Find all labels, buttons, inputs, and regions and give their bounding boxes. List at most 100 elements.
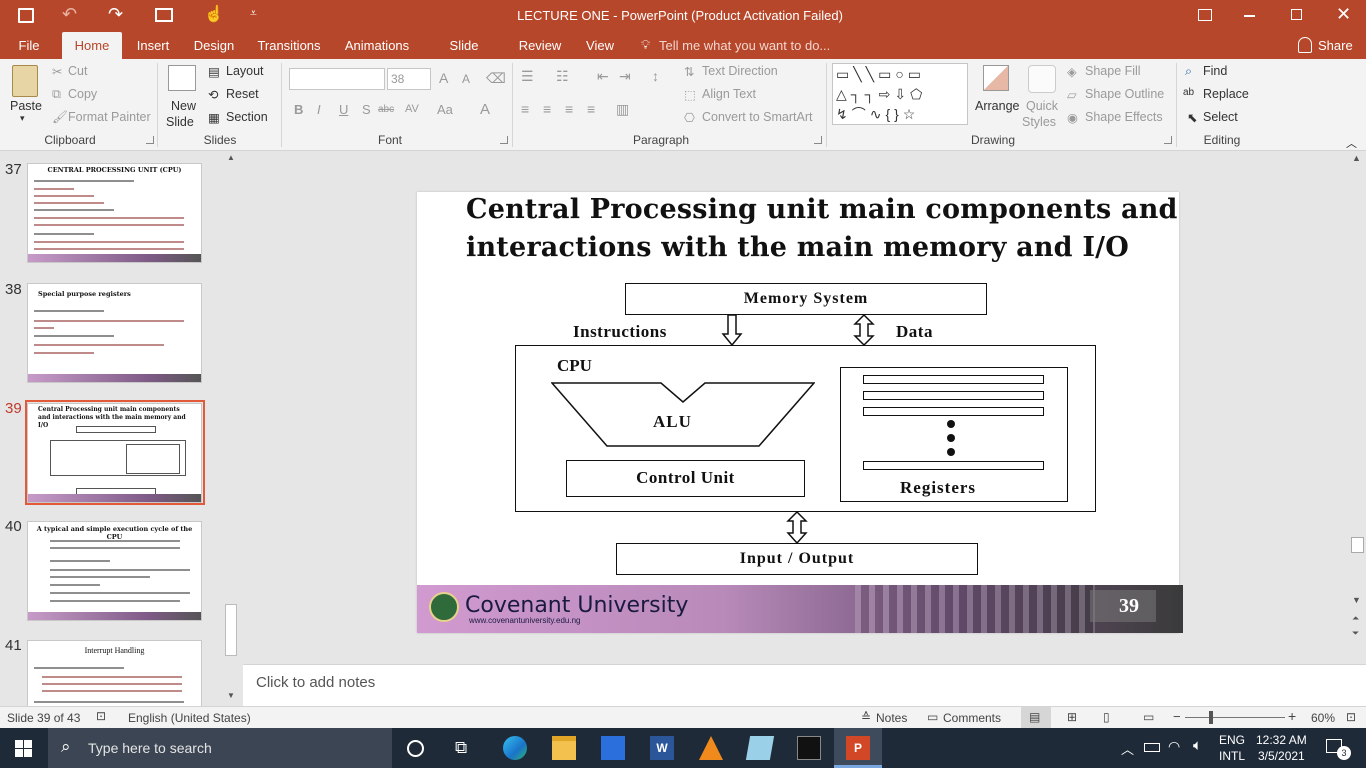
arrange-icon[interactable] bbox=[983, 65, 1009, 91]
shape-fill-button[interactable]: Shape Fill bbox=[1085, 64, 1141, 78]
line-spacing-icon[interactable]: ↕ bbox=[652, 68, 659, 84]
shapes-gallery[interactable]: ▭╲╲▭○▭ △┐┐⇨⇩⬠ ↯⌒∿{}☆ bbox=[832, 63, 968, 125]
edge-icon[interactable] bbox=[503, 736, 527, 760]
slide-thumbnail[interactable]: A typical and simple execution cycle of … bbox=[27, 521, 202, 621]
redo-icon[interactable]: ↷ bbox=[108, 4, 123, 25]
memory-system-box[interactable]: Memory System bbox=[625, 283, 987, 315]
clock-date[interactable]: 3/5/2021 bbox=[1258, 749, 1305, 763]
windows-start-icon[interactable] bbox=[15, 740, 32, 757]
slide-thumbnail[interactable]: CENTRAL PROCESSING UNIT (CPU) bbox=[27, 163, 202, 263]
comments-toggle[interactable]: Comments bbox=[943, 711, 1001, 725]
bold-button[interactable]: B bbox=[294, 102, 303, 117]
language-indicator[interactable]: English (United States) bbox=[128, 711, 251, 725]
minimize-button[interactable] bbox=[1244, 15, 1255, 17]
grow-font-button[interactable]: A bbox=[439, 70, 448, 86]
quick-styles-button-2[interactable]: Styles bbox=[1022, 115, 1056, 129]
fit-to-window-icon[interactable]: ⊡ bbox=[1346, 710, 1356, 724]
underline-button[interactable]: U bbox=[339, 102, 348, 117]
slide-thumbnail-active[interactable]: Central Processing unit main components … bbox=[27, 403, 202, 503]
word-icon[interactable]: W bbox=[650, 736, 674, 760]
taskbar-search-placeholder[interactable]: Type here to search bbox=[88, 740, 212, 756]
font-name-box[interactable] bbox=[289, 68, 385, 90]
shrink-font-button[interactable]: A bbox=[462, 72, 470, 86]
new-slide-button[interactable]: New bbox=[171, 99, 196, 113]
shape-effects-button[interactable]: Shape Effects bbox=[1085, 110, 1163, 124]
battery-icon[interactable] bbox=[1144, 743, 1160, 752]
decrease-indent-icon[interactable]: ⇤ bbox=[597, 68, 609, 85]
tab-view[interactable]: View bbox=[584, 32, 616, 59]
reading-view-icon[interactable]: ▯ bbox=[1103, 710, 1110, 724]
new-slide-button-2[interactable]: Slide bbox=[166, 115, 194, 129]
clipboard-launcher-icon[interactable] bbox=[146, 136, 154, 144]
align-right-icon[interactable]: ≡ bbox=[565, 101, 573, 117]
justify-icon[interactable]: ≡ bbox=[587, 101, 595, 117]
paste-button[interactable]: Paste bbox=[10, 99, 42, 113]
notes-placeholder[interactable]: Click to add notes bbox=[256, 674, 375, 691]
slide-title-line-1[interactable]: Central Processing unit main components … bbox=[466, 191, 1178, 229]
find-button[interactable]: Find bbox=[1203, 64, 1227, 78]
collapse-ribbon-icon[interactable]: ︿ bbox=[1346, 135, 1357, 151]
strikethrough-button[interactable]: abc bbox=[378, 104, 394, 115]
undo-icon[interactable]: ↶ bbox=[62, 4, 77, 25]
previous-slide-icon[interactable]: ⏶ bbox=[1352, 613, 1359, 624]
drawing-launcher-icon[interactable] bbox=[1164, 136, 1172, 144]
char-spacing-button[interactable]: AV bbox=[405, 103, 419, 115]
file-explorer-icon[interactable] bbox=[552, 736, 576, 760]
close-button[interactable]: ✕ bbox=[1336, 4, 1351, 25]
zoom-level[interactable]: 60% bbox=[1311, 711, 1335, 725]
italic-button[interactable]: I bbox=[317, 102, 321, 117]
paste-dropdown-icon[interactable]: ▾ bbox=[20, 113, 25, 124]
slide-thumbnail[interactable]: Interrupt Handling bbox=[27, 640, 202, 706]
save-icon[interactable] bbox=[18, 8, 34, 23]
columns-icon[interactable]: ▥ bbox=[616, 101, 629, 118]
vlc-icon[interactable] bbox=[699, 736, 723, 760]
cut-button[interactable]: Cut bbox=[68, 64, 87, 78]
customize-qat-icon[interactable]: ⩡ bbox=[250, 6, 257, 21]
align-center-icon[interactable]: ≡ bbox=[543, 101, 551, 117]
zoom-slider-thumb[interactable] bbox=[1209, 711, 1213, 724]
wifi-icon[interactable]: ◠ bbox=[1168, 738, 1180, 755]
reset-button[interactable]: Reset bbox=[226, 87, 259, 101]
tab-slide-show[interactable]: Slide Show bbox=[432, 32, 496, 80]
increase-indent-icon[interactable]: ⇥ bbox=[619, 68, 631, 85]
notes-app-icon[interactable] bbox=[745, 736, 775, 760]
slideshow-icon[interactable]: ▭ bbox=[1143, 710, 1154, 724]
spell-check-icon[interactable]: ⊡ bbox=[96, 709, 106, 723]
new-slide-icon[interactable] bbox=[168, 65, 196, 91]
input-output-box[interactable]: Input / Output bbox=[616, 543, 978, 575]
bullets-icon[interactable]: ☰ bbox=[521, 68, 534, 85]
convert-smartart-button[interactable]: Convert to SmartArt bbox=[702, 110, 812, 124]
clock-time[interactable]: 12:32 AM bbox=[1256, 733, 1307, 747]
paragraph-launcher-icon[interactable] bbox=[814, 136, 822, 144]
tab-file[interactable]: File bbox=[12, 32, 46, 59]
arrange-button[interactable]: Arrange bbox=[975, 99, 1019, 113]
font-launcher-icon[interactable] bbox=[500, 136, 508, 144]
scroll-down-arrow[interactable]: ▼ bbox=[1352, 595, 1361, 605]
change-case-button[interactable]: Aa bbox=[437, 102, 453, 117]
powerpoint-icon[interactable]: P bbox=[846, 736, 870, 760]
zoom-in-button[interactable]: + bbox=[1288, 708, 1296, 724]
tab-design[interactable]: Design bbox=[190, 32, 238, 59]
thumb-scroll-down[interactable]: ▼ bbox=[227, 691, 235, 700]
thumb-scroll-up[interactable]: ▲ bbox=[227, 153, 235, 162]
tab-animations[interactable]: Animations bbox=[342, 32, 412, 59]
align-text-button[interactable]: Align Text bbox=[702, 87, 756, 101]
section-button[interactable]: Section bbox=[226, 110, 268, 124]
replace-button[interactable]: Replace bbox=[1203, 87, 1249, 101]
touch-mode-icon[interactable]: ☝ bbox=[204, 4, 224, 24]
scroll-thumb[interactable] bbox=[1351, 537, 1364, 553]
shadow-button[interactable]: S bbox=[362, 102, 371, 117]
tab-insert[interactable]: Insert bbox=[130, 32, 176, 59]
slide-title-line-2[interactable]: interactions with the main memory and I/… bbox=[466, 229, 1129, 267]
text-direction-button[interactable]: Text Direction bbox=[702, 64, 778, 78]
tray-chevron-icon[interactable]: ︿ bbox=[1121, 739, 1134, 758]
input-lang-1[interactable]: ENG bbox=[1219, 733, 1245, 747]
shape-outline-button[interactable]: Shape Outline bbox=[1085, 87, 1164, 101]
tab-transitions[interactable]: Transitions bbox=[256, 32, 322, 59]
layout-button[interactable]: Layout bbox=[226, 64, 264, 78]
font-size-box[interactable]: 38 bbox=[387, 68, 431, 90]
notes-pane[interactable]: Click to add notes bbox=[243, 664, 1366, 706]
quick-styles-button[interactable]: Quick bbox=[1026, 99, 1058, 113]
restore-button[interactable] bbox=[1291, 9, 1302, 20]
paste-icon[interactable] bbox=[12, 65, 38, 97]
